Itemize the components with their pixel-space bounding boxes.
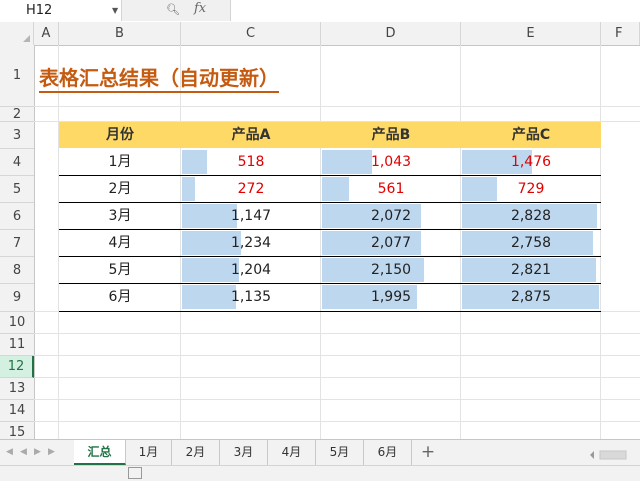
insert-function-icon[interactable]: fx: [194, 1, 206, 16]
zoom-icon[interactable]: 🔍︎: [166, 3, 180, 16]
row-header[interactable]: 4: [0, 149, 34, 176]
sheet-title: 表格汇总结果（自动更新）: [39, 65, 279, 93]
table-row: 5月 1,204 2,150 2,821: [59, 257, 601, 284]
row-header-active[interactable]: 12: [0, 356, 34, 378]
row-header-bar: 1 2 3 4 5 6 7 8 9 10 11 12 13 14 15: [0, 45, 35, 439]
name-box[interactable]: H12: [0, 0, 122, 21]
row-header[interactable]: 2: [0, 107, 34, 122]
sheet-tab[interactable]: 6月: [364, 440, 412, 465]
table-row: 2月 272 561 729: [59, 176, 601, 203]
month-cell[interactable]: 1月: [59, 149, 181, 175]
value-cell[interactable]: 1,043: [321, 149, 461, 175]
row-header[interactable]: 13: [0, 378, 34, 400]
value-cell[interactable]: 1,204: [181, 257, 321, 283]
status-bar: [0, 465, 640, 481]
row-header[interactable]: 6: [0, 203, 34, 230]
first-sheet-icon[interactable]: ◀: [6, 447, 13, 457]
table-header-row: 月份 产品A 产品B 产品C: [59, 122, 601, 148]
value-cell[interactable]: 518: [181, 149, 321, 175]
column-header-e[interactable]: E: [461, 22, 601, 45]
row-header[interactable]: 9: [0, 284, 34, 312]
column-header-b[interactable]: B: [59, 22, 181, 45]
header-product-b: 产品B: [371, 127, 411, 143]
sheet-tab[interactable]: 5月: [316, 440, 364, 465]
row-header[interactable]: 15: [0, 422, 34, 439]
macro-record-icon[interactable]: [128, 467, 142, 479]
month-cell[interactable]: 6月: [59, 284, 181, 310]
value-cell[interactable]: 561: [321, 176, 461, 202]
sheet-tab[interactable]: 4月: [268, 440, 316, 465]
add-sheet-button[interactable]: +: [418, 440, 438, 465]
value-cell[interactable]: 1,135: [181, 284, 321, 310]
row-header[interactable]: 5: [0, 176, 34, 203]
row-header[interactable]: 11: [0, 334, 34, 356]
value-cell[interactable]: 2,758: [461, 230, 601, 256]
value-cell[interactable]: 1,476: [461, 149, 601, 175]
header-month: 月份: [106, 127, 134, 143]
row-header[interactable]: 14: [0, 400, 34, 422]
row-header[interactable]: 3: [0, 122, 34, 149]
value-cell[interactable]: 2,821: [461, 257, 601, 283]
column-header-bar: A B C D E F: [0, 22, 640, 46]
cell-grid[interactable]: 表格汇总结果（自动更新） 月份 产品A 产品B 产品C 1月 518 1,043 1,…: [34, 45, 640, 439]
row-header[interactable]: 1: [0, 45, 34, 107]
value-cell[interactable]: 1,995: [321, 284, 461, 310]
select-all-corner[interactable]: [0, 22, 34, 45]
table-row: 3月 1,147 2,072 2,828: [59, 203, 601, 230]
sheet-tab-bar: ◀ ◀ ▶ ▶ 汇总 1月 2月 3月 4月 5月 6月 +: [0, 439, 640, 466]
formula-bar: H12 ▼ 🔍︎ fx: [0, 0, 640, 23]
header-product-c: 产品C: [511, 127, 551, 143]
row-header[interactable]: 10: [0, 312, 34, 334]
last-sheet-icon[interactable]: ▶: [48, 447, 55, 457]
value-cell[interactable]: 1,234: [181, 230, 321, 256]
header-product-a: 产品A: [231, 127, 271, 143]
column-header-d[interactable]: D: [321, 22, 461, 45]
column-header-f[interactable]: F: [601, 22, 640, 45]
prev-sheet-icon[interactable]: ◀: [20, 447, 27, 457]
value-cell[interactable]: 2,828: [461, 203, 601, 229]
table-row: 6月 1,135 1,995 2,875: [59, 284, 601, 312]
sheet-tab[interactable]: 1月: [126, 440, 172, 465]
next-sheet-icon[interactable]: ▶: [34, 447, 41, 457]
column-header-c[interactable]: C: [181, 22, 321, 45]
select-all-icon: [23, 35, 30, 42]
sheet-tab[interactable]: 3月: [220, 440, 268, 465]
value-cell[interactable]: 272: [181, 176, 321, 202]
sheet-tab[interactable]: 汇总: [74, 440, 126, 465]
month-cell[interactable]: 2月: [59, 176, 181, 202]
row-header[interactable]: 7: [0, 230, 34, 257]
value-cell[interactable]: 2,072: [321, 203, 461, 229]
month-cell[interactable]: 3月: [59, 203, 181, 229]
table-row: 4月 1,234 2,077 2,758: [59, 230, 601, 257]
value-cell[interactable]: 2,875: [461, 284, 601, 310]
value-cell[interactable]: 1,147: [181, 203, 321, 229]
horizontal-scrollbar[interactable]: [590, 446, 640, 460]
column-header-a[interactable]: A: [34, 22, 59, 45]
sheet-tab[interactable]: 2月: [172, 440, 220, 465]
value-cell[interactable]: 2,150: [321, 257, 461, 283]
name-box-dropdown-icon[interactable]: ▼: [112, 0, 118, 21]
month-cell[interactable]: 5月: [59, 257, 181, 283]
row-header[interactable]: 8: [0, 257, 34, 284]
value-cell[interactable]: 2,077: [321, 230, 461, 256]
value-cell[interactable]: 729: [461, 176, 601, 202]
table-row: 1月 518 1,043 1,476: [59, 149, 601, 176]
month-cell[interactable]: 4月: [59, 230, 181, 256]
scrollbar-icon: [590, 450, 627, 460]
